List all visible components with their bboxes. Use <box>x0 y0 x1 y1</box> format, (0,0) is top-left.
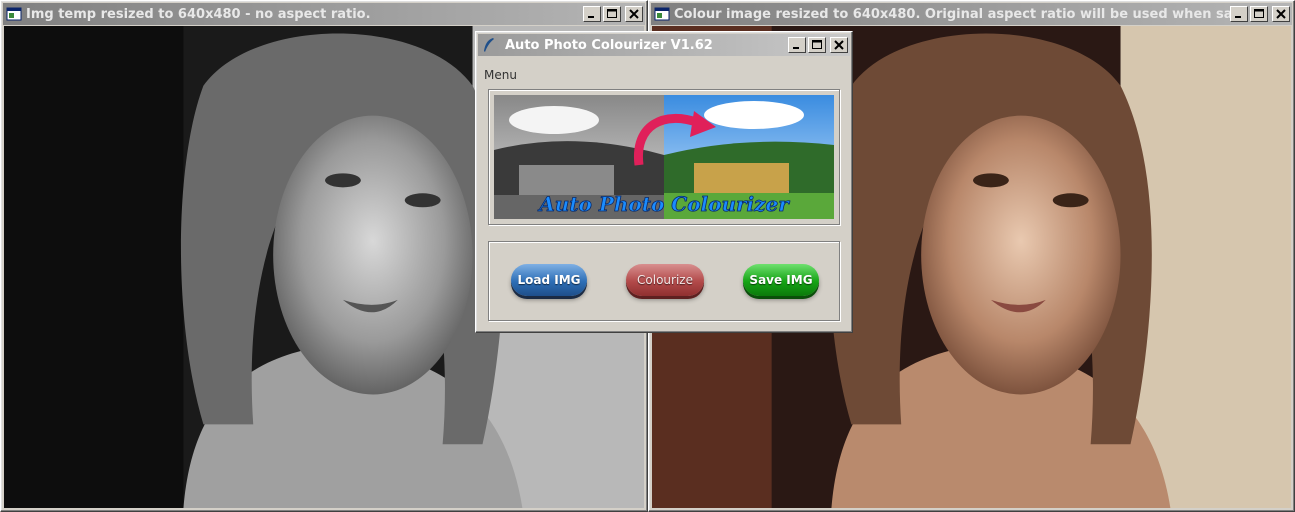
app-title: Auto Photo Colourizer V1.62 <box>505 37 713 53</box>
close-button[interactable] <box>625 6 643 22</box>
close-icon <box>834 40 844 50</box>
colour-window-titlebar[interactable]: Colour image resized to 640x480. Origina… <box>651 3 1292 25</box>
close-button[interactable] <box>830 37 848 53</box>
maximize-icon <box>1254 9 1264 18</box>
button-panel: Load IMG Colourize Save IMG <box>488 241 840 321</box>
close-icon <box>629 9 639 19</box>
minimize-button[interactable] <box>1230 6 1248 22</box>
banner-frame: Auto Photo Colourizer <box>488 89 840 225</box>
window-icon <box>6 7 22 21</box>
window-icon <box>654 7 670 21</box>
minimize-icon <box>793 47 799 49</box>
colourize-button[interactable]: Colourize <box>626 264 704 296</box>
minimize-icon <box>588 16 594 18</box>
maximize-icon <box>812 40 822 49</box>
load-img-button[interactable]: Load IMG <box>511 264 587 296</box>
colourizer-app-window[interactable]: Auto Photo Colourizer V1.62 Menu Auto Ph… <box>475 31 853 333</box>
menu[interactable]: Menu <box>484 68 517 82</box>
grayscale-window-titlebar[interactable]: Img temp resized to 640x480 - no aspect … <box>3 3 645 25</box>
maximize-button[interactable] <box>1250 6 1268 22</box>
minimize-button[interactable] <box>583 6 601 22</box>
maximize-button[interactable] <box>808 37 826 53</box>
minimize-icon <box>1235 16 1241 18</box>
feather-icon <box>484 38 494 52</box>
maximize-button[interactable] <box>603 6 621 22</box>
save-img-button[interactable]: Save IMG <box>743 264 819 296</box>
banner-text: Auto Photo Colourizer <box>537 192 790 216</box>
grayscale-window-title: Img temp resized to 640x480 - no aspect … <box>26 6 371 22</box>
colour-window-title: Colour image resized to 640x480. Origina… <box>674 6 1230 22</box>
banner-image: Auto Photo Colourizer <box>494 95 834 219</box>
maximize-icon <box>607 9 617 18</box>
minimize-button[interactable] <box>788 37 806 53</box>
close-button[interactable] <box>1272 6 1290 22</box>
close-icon <box>1276 9 1286 19</box>
app-titlebar[interactable]: Auto Photo Colourizer V1.62 <box>478 34 850 56</box>
